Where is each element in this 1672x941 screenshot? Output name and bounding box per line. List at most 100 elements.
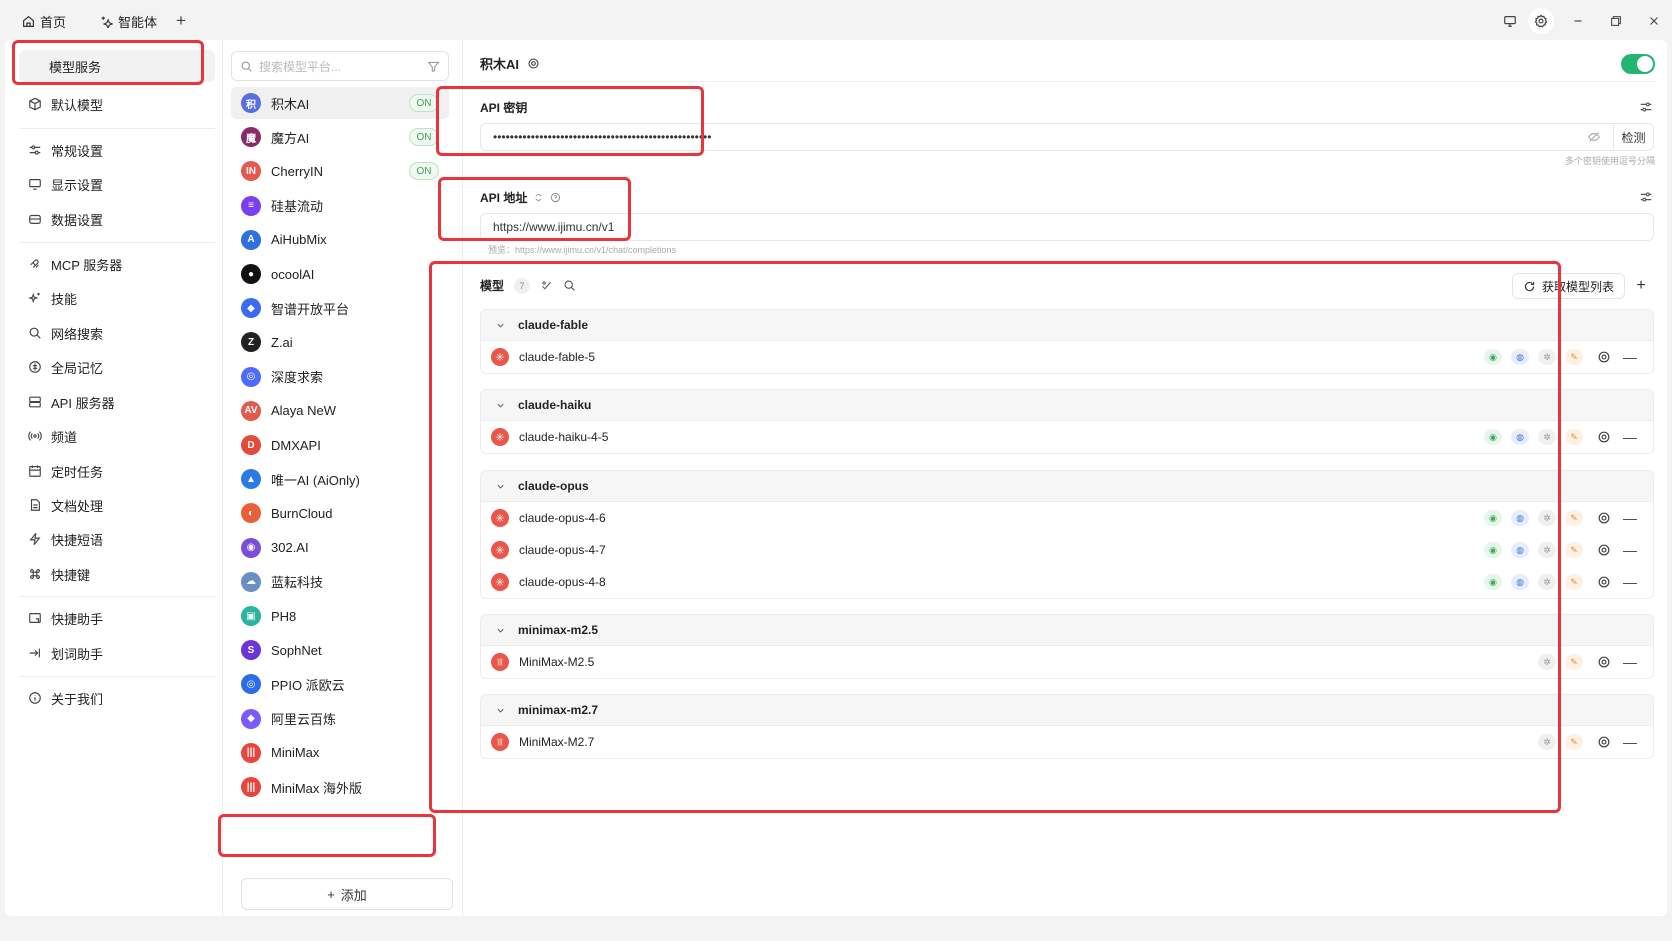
provider-item[interactable]: ◆ 阿里云百炼 <box>231 703 449 735</box>
reset-icon[interactable] <box>533 192 544 203</box>
help-icon[interactable] <box>550 192 561 203</box>
api-url-settings-icon[interactable] <box>1639 190 1653 204</box>
model-settings-icon[interactable] <box>1597 543 1611 557</box>
remove-model-icon[interactable]: — <box>1623 429 1637 445</box>
api-key-input[interactable]: ••••••••••••••••••••••••••••••••••••••••… <box>480 123 1654 151</box>
remove-model-icon[interactable]: — <box>1623 349 1637 365</box>
nav-item-scheduled-tasks[interactable]: 定时任务 <box>19 455 215 487</box>
provider-item[interactable]: ◆ 智谱开放平台 <box>231 292 449 324</box>
nav-item-api-server[interactable]: API 服务器 <box>19 386 215 418</box>
nav-item-memory[interactable]: 全局记忆 <box>19 351 215 383</box>
provider-item[interactable]: AV Alaya NeW <box>231 395 449 427</box>
search-icon[interactable] <box>563 279 576 292</box>
tab-agents[interactable]: 智能体 <box>100 10 157 32</box>
nav-item-default-model[interactable]: 默认模型 <box>19 88 215 120</box>
remove-model-icon[interactable]: — <box>1623 574 1637 590</box>
nav-item-selection-assistant[interactable]: 划词助手 <box>19 637 215 669</box>
nav-item-display[interactable]: 显示设置 <box>19 168 215 200</box>
model-row[interactable]: ✳ claude-fable-5 ◉ ◍ ✲ ✎ — <box>481 341 1653 373</box>
assistant-icon <box>29 613 41 623</box>
nav-item-model-service[interactable]: 模型服务 <box>19 50 215 82</box>
model-row[interactable]: ✳ claude-opus-4-6 ◉ ◍ ✲ ✎ — <box>481 502 1653 534</box>
tool-capability-icon: ✎ <box>1565 510 1583 526</box>
nav-item-quick-phrases[interactable]: 快捷短语 <box>19 523 215 555</box>
nav-item-data[interactable]: 数据设置 <box>19 203 215 235</box>
fetch-models-button[interactable]: 获取模型列表 <box>1511 273 1625 299</box>
model-group-header[interactable]: claude-haiku <box>481 390 1653 421</box>
provider-item[interactable]: IN CherryIN ON <box>231 155 449 187</box>
model-settings-icon[interactable] <box>1597 511 1611 525</box>
model-name: MiniMax-M2.7 <box>519 735 595 749</box>
add-provider-button[interactable]: + 添加 <box>241 878 453 910</box>
provider-item[interactable]: ☁ 蓝耘科技 <box>231 566 449 598</box>
provider-item[interactable]: D DMXAPI <box>231 429 449 461</box>
provider-item[interactable]: Z Z.ai <box>231 326 449 358</box>
provider-item[interactable]: ||| MiniMax 海外版 <box>231 771 449 803</box>
model-settings-icon[interactable] <box>1597 350 1611 364</box>
nav-item-channel[interactable]: 频道 <box>19 420 215 452</box>
lightning-icon <box>29 532 41 546</box>
api-key-settings-icon[interactable] <box>1639 100 1653 114</box>
settings-button[interactable] <box>1528 8 1554 34</box>
close-button[interactable] <box>1641 8 1667 34</box>
nav-item-documents[interactable]: 文档处理 <box>19 489 215 521</box>
provider-item[interactable]: 积积木AI ON <box>231 87 449 119</box>
new-tab-button[interactable]: + <box>176 10 186 32</box>
nav-divider <box>19 242 215 243</box>
provider-item[interactable]: ▣ PH8 <box>231 600 449 632</box>
check-api-key-button[interactable]: 检测 <box>1613 124 1653 150</box>
model-group-header[interactable]: minimax-m2.5 <box>481 615 1653 646</box>
nav-item-shortcuts[interactable]: 快捷键 <box>19 558 215 590</box>
model-settings-icon[interactable] <box>1597 430 1611 444</box>
provider-item[interactable]: ||| MiniMax <box>231 737 449 769</box>
provider-item[interactable]: ◐ BurnCloud <box>231 497 449 529</box>
remove-model-icon[interactable]: — <box>1623 542 1637 558</box>
health-check-icon[interactable] <box>540 279 553 292</box>
nav-item-mcp[interactable]: MCP 服务器 <box>19 248 215 280</box>
provider-detail: 积木AI API 密钥 ••••••••••••••••••••••••••••… <box>464 40 1667 916</box>
provider-item[interactable]: S SophNet <box>231 634 449 666</box>
add-model-button[interactable]: + <box>1627 273 1655 299</box>
model-row[interactable]: ✳ claude-haiku-4-5 ◉ ◍ ✲ ✎ — <box>481 421 1653 453</box>
api-url-preview: 预览：https://www.ijimu.cn/v1/chat/completi… <box>488 245 677 255</box>
model-group-header[interactable]: claude-opus <box>481 471 1653 502</box>
restore-button[interactable] <box>1603 8 1629 34</box>
model-settings-icon[interactable] <box>1597 655 1611 669</box>
model-settings-icon[interactable] <box>1597 735 1611 749</box>
provider-logo-icon: ● <box>241 264 261 284</box>
reason-capability-icon: ✲ <box>1538 734 1556 750</box>
tab-home[interactable]: 首页 <box>22 10 66 32</box>
provider-item[interactable]: ◉ 302.AI <box>231 532 449 564</box>
provider-item[interactable]: A AiHubMix <box>231 224 449 256</box>
nav-item-skills[interactable]: 技能 <box>19 282 215 314</box>
nav-item-about[interactable]: 关于我们 <box>19 682 215 714</box>
model-row[interactable]: ||| MiniMax-M2.7 ✲ ✎ — <box>481 726 1653 758</box>
api-url-input[interactable]: https://www.ijimu.cn/v1 <box>480 213 1654 241</box>
model-group-header[interactable]: claude-fable <box>481 310 1653 341</box>
provider-item[interactable]: ◎ PPIO 派欧云 <box>231 668 449 700</box>
model-settings-icon[interactable] <box>1597 575 1611 589</box>
remove-model-icon[interactable]: — <box>1623 734 1637 750</box>
provider-item[interactable]: 魔魔方AI ON <box>231 121 449 153</box>
remove-model-icon[interactable]: — <box>1623 654 1637 670</box>
eye-off-icon[interactable] <box>1587 130 1601 144</box>
nav-item-general[interactable]: 常规设置 <box>19 134 215 166</box>
monitor-button[interactable] <box>1497 8 1523 34</box>
nav-item-quick-assistant[interactable]: 快捷助手 <box>19 602 215 634</box>
provider-search-input[interactable]: 搜索模型平台... <box>231 51 449 81</box>
model-row[interactable]: ✳ claude-opus-4-7 ◉ ◍ ✲ ✎ — <box>481 534 1653 566</box>
filter-icon[interactable] <box>427 60 440 73</box>
provider-enable-toggle[interactable] <box>1621 54 1655 74</box>
settings-icon[interactable] <box>527 57 540 70</box>
plus-icon: + <box>1636 277 1646 294</box>
model-row[interactable]: ||| MiniMax-M2.5 ✲ ✎ — <box>481 646 1653 678</box>
model-group-header[interactable]: minimax-m2.7 <box>481 695 1653 726</box>
provider-item[interactable]: ◎ 深度求索 <box>231 361 449 393</box>
provider-item[interactable]: ≡ 硅基流动 <box>231 190 449 222</box>
remove-model-icon[interactable]: — <box>1623 510 1637 526</box>
model-row[interactable]: ✳ claude-opus-4-8 ◉ ◍ ✲ ✎ — <box>481 566 1653 598</box>
provider-item[interactable]: ▲ 唯一AI (AiOnly) <box>231 463 449 495</box>
minimize-button[interactable] <box>1565 8 1591 34</box>
nav-item-web-search[interactable]: 网络搜索 <box>19 317 215 349</box>
provider-item[interactable]: ● ocoolAI <box>231 258 449 290</box>
